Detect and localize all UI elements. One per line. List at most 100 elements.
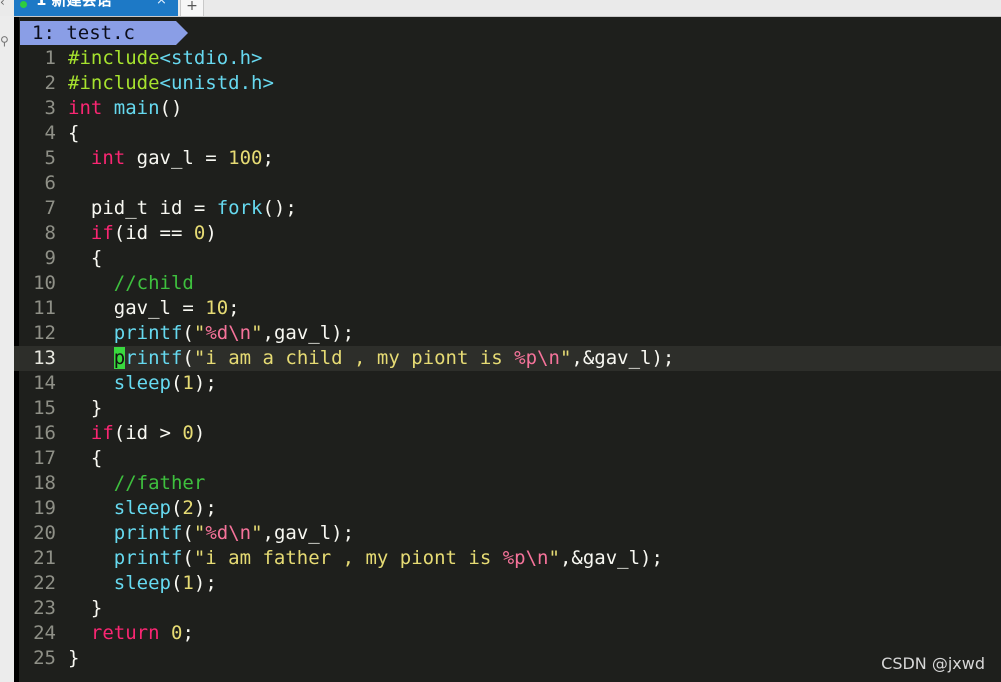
code-line[interactable]: 21 printf("i am father , my piont is %p\… [14, 546, 1001, 571]
line-number: 7 [44, 197, 56, 219]
code-text: sleep(2); [68, 496, 217, 521]
code-token: main [113, 97, 160, 119]
code-text: pid_t id = fork(); [68, 196, 297, 221]
code-editor[interactable]: 1 #include<stdio.h> 2 #include<unistd.h> 3 in… [14, 46, 1001, 671]
line-number: 1 [44, 47, 56, 69]
code-token: "i am father , my piont is [193, 547, 503, 569]
code-token: <stdio.h> [159, 47, 263, 69]
line-number: 24 [33, 622, 56, 644]
code-text: printf("%d\n",gav_l); [68, 521, 354, 546]
code-token: ); [193, 497, 217, 519]
code-token: %p\n [502, 547, 549, 569]
close-icon[interactable]: × [156, 0, 167, 9]
line-number: 19 [33, 497, 56, 519]
code-line[interactable]: 10 //child [14, 271, 1001, 296]
code-token: ,&gav_l); [571, 347, 675, 369]
code-token: " [251, 322, 263, 344]
code-line[interactable]: 20 printf("%d\n",gav_l); [14, 521, 1001, 546]
code-token: ; [262, 147, 274, 169]
code-token: { [68, 447, 103, 469]
vim-buffer-tab[interactable]: 1: test.c [20, 21, 188, 45]
code-token: sleep [113, 372, 171, 394]
code-line[interactable]: 24 return 0; [14, 621, 1001, 646]
code-line[interactable]: 13 printf("i am a child , my piont is %p… [14, 346, 1001, 371]
line-number: 21 [33, 547, 56, 569]
code-text: //child [68, 271, 194, 296]
code-line[interactable]: 7 pid_t id = fork(); [14, 196, 1001, 221]
code-token: } [68, 597, 103, 619]
code-token: ) [205, 222, 217, 244]
code-token: ( [182, 347, 194, 369]
code-line[interactable]: 4{ [14, 121, 1001, 146]
terminal-pane[interactable]: 1: test.c 1 #include<stdio.h> 2 #include<un… [14, 17, 1001, 682]
code-text: printf("i am father , my piont is %p\n",… [68, 546, 663, 571]
code-token: ( [170, 497, 183, 519]
buffer-tab-label: 1: test.c [32, 22, 135, 44]
code-token: ); [193, 372, 217, 394]
code-token: ( [182, 547, 194, 569]
code-line[interactable]: 2 #include<unistd.h> [14, 71, 1001, 96]
code-line[interactable]: 11 gav_l = 10; [14, 296, 1001, 321]
code-line[interactable]: 9 { [14, 246, 1001, 271]
code-token: printf [113, 322, 183, 344]
code-token: " [559, 347, 572, 369]
connection-status-icon [20, 1, 27, 8]
code-line[interactable]: 5 int gav_l = 100; [14, 146, 1001, 171]
code-token: //child [113, 272, 194, 294]
line-number: 8 [44, 222, 56, 244]
code-token: ; [182, 622, 194, 644]
chevron-left-icon[interactable]: ‹ [0, 0, 12, 11]
line-number: 13 [33, 347, 56, 369]
code-line[interactable]: 8 if(id == 0) [14, 221, 1001, 246]
tab-session-1[interactable]: 1 新建会话 × [14, 0, 178, 16]
new-tab-button[interactable]: + [180, 0, 204, 16]
code-line[interactable]: 18 //father [14, 471, 1001, 496]
code-line[interactable]: 22 sleep(1); [14, 571, 1001, 596]
code-text: int main() [68, 96, 182, 121]
code-line[interactable]: 17 { [14, 446, 1001, 471]
code-text: } [68, 396, 102, 421]
code-token: <unistd.h> [159, 72, 274, 94]
code-line[interactable]: 14 sleep(1); [14, 371, 1001, 396]
code-line[interactable]: 12 printf("%d\n",gav_l); [14, 321, 1001, 346]
line-number: 20 [33, 522, 56, 544]
code-token: ,&gav_l); [559, 547, 663, 569]
code-token: (id > [113, 422, 183, 444]
code-text: int gav_l = 100; [68, 146, 274, 171]
code-token: } [68, 647, 80, 669]
code-line[interactable]: 6 [14, 171, 1001, 196]
code-line[interactable]: 3 int main() [14, 96, 1001, 121]
code-token: (); [262, 197, 297, 219]
search-icon[interactable]: ⚲ [0, 34, 12, 50]
code-line[interactable]: 25} [14, 646, 1001, 671]
code-line[interactable]: 15 } [14, 396, 1001, 421]
code-line[interactable]: 1 #include<stdio.h> [14, 46, 1001, 71]
code-text: printf("i am a child , my piont is %p\n"… [68, 346, 674, 371]
code-token: { [68, 247, 103, 269]
code-token: ,gav_l); [262, 522, 355, 544]
code-token: " [548, 547, 560, 569]
code-token: ) [193, 422, 206, 444]
line-number: 3 [44, 97, 56, 119]
code-token: ( [170, 572, 183, 594]
code-line[interactable]: 19 sleep(2); [14, 496, 1001, 521]
code-text: } [68, 596, 102, 621]
code-text: sleep(1); [68, 371, 217, 396]
code-token: %p\n [514, 347, 560, 369]
code-text: #include<unistd.h> [68, 71, 274, 96]
line-number: 4 [44, 122, 56, 144]
code-token: int [68, 97, 103, 119]
code-line[interactable]: 23 } [14, 596, 1001, 621]
code-token: fork [216, 197, 263, 219]
line-number: 22 [33, 572, 56, 594]
code-token: 1 [182, 372, 194, 394]
code-text: { [68, 446, 102, 471]
code-line[interactable]: 16 if(id > 0) [14, 421, 1001, 446]
